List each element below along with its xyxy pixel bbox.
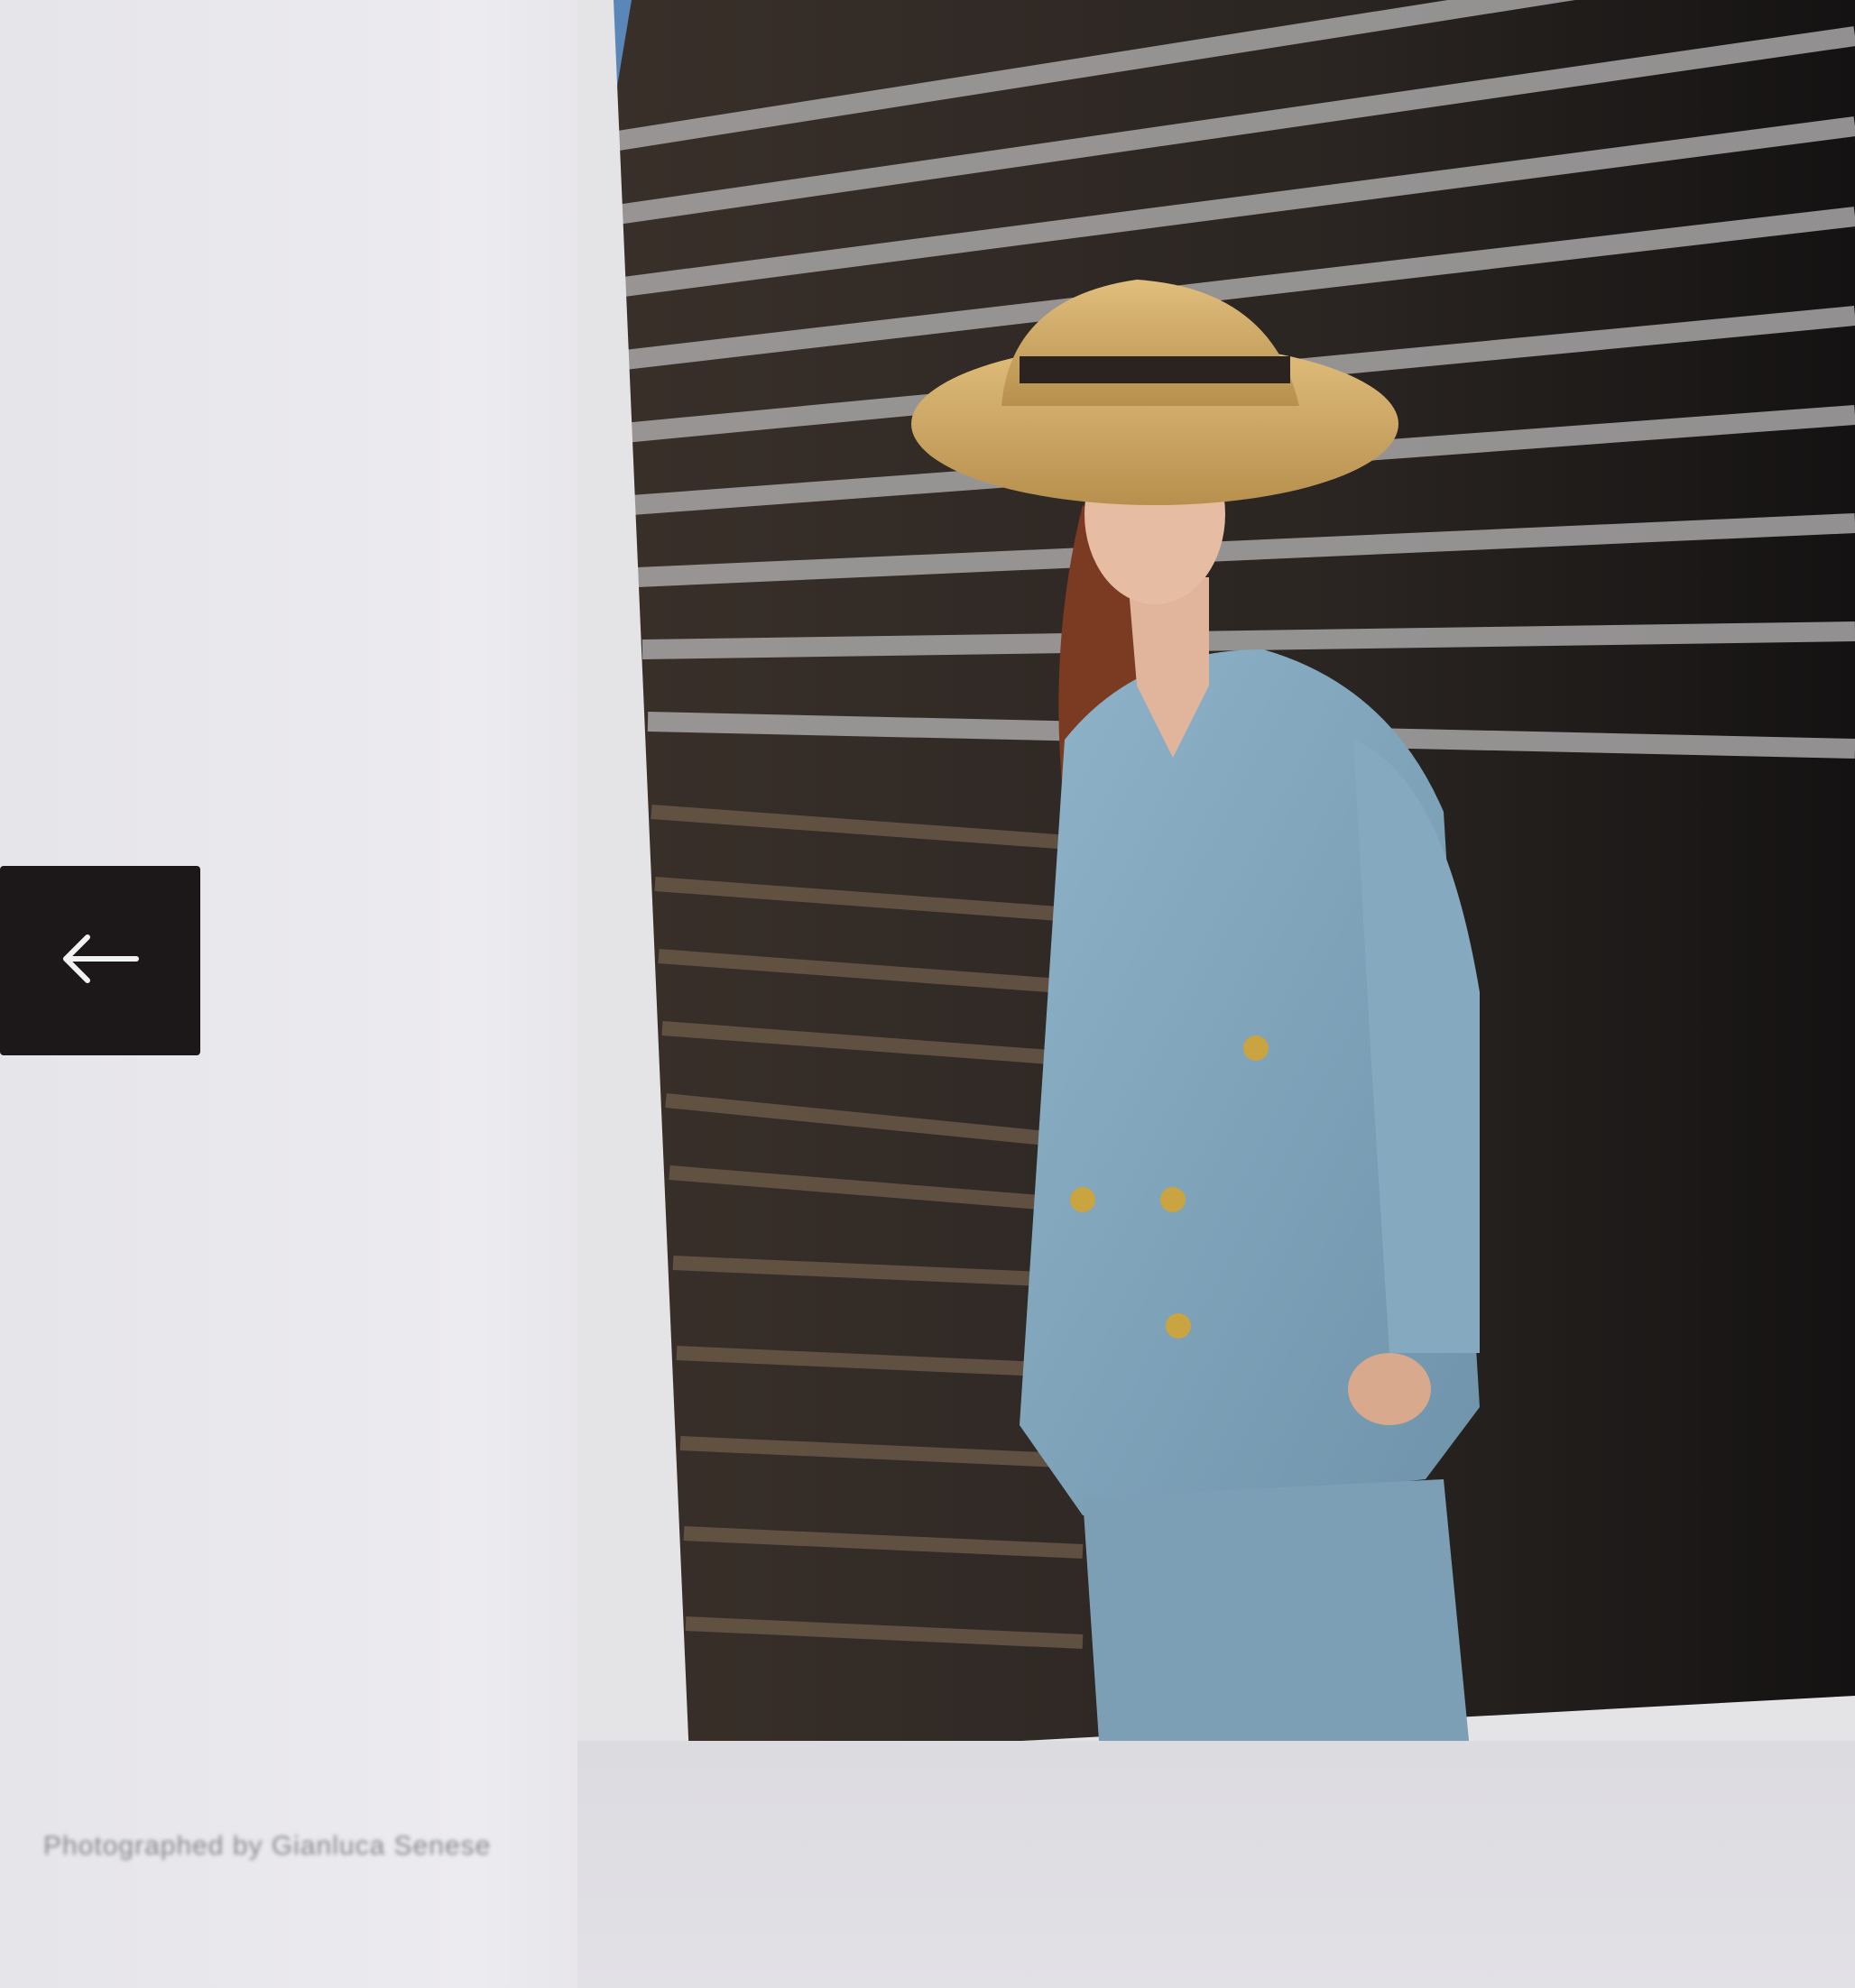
gallery-photo xyxy=(577,0,1855,1768)
arrow-left-icon xyxy=(55,932,145,990)
photo-caption: Photographed by Gianluca Senese xyxy=(43,1831,492,1861)
previous-photo-button[interactable] xyxy=(0,866,200,1055)
photo-bottom-margin xyxy=(577,1741,1855,1988)
